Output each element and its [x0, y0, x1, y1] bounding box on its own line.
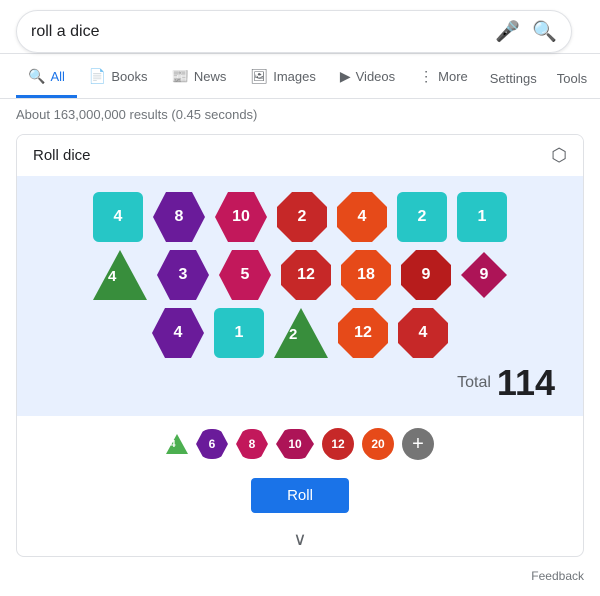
tab-books[interactable]: 📄 Books — [77, 58, 160, 98]
nav-tabs: 🔍 All 📄 Books 📰 News 🖼 Images ▶ Videos ⋮… — [0, 58, 600, 99]
die-d20-orange-12[interactable]: 12 — [338, 308, 388, 358]
die-d12-red-2[interactable]: 2 — [277, 192, 327, 242]
die-d12-darkred-9[interactable]: 9 — [401, 250, 451, 300]
total-row: Total 114 — [37, 362, 563, 404]
chip-d4[interactable]: 4 — [166, 434, 188, 454]
dice-selector: 4 6 8 10 12 20 + — [17, 416, 583, 472]
chip-d6[interactable]: 6 — [196, 429, 228, 459]
dice-board: 4 8 10 2 4 2 1 4 3 5 12 18 9 9 — [17, 176, 583, 416]
news-icon: 📰 — [171, 68, 188, 85]
more-icon: ⋮ — [419, 68, 433, 85]
die-d4-green-2[interactable]: 2 — [274, 308, 328, 358]
results-info: About 163,000,000 results (0.45 seconds) — [0, 99, 600, 130]
total-value: 114 — [497, 362, 555, 404]
tab-images-label: Images — [273, 69, 316, 84]
die-d6-teal-2[interactable]: 2 — [397, 192, 447, 242]
search-bar: 🎤 🔍 — [16, 10, 572, 53]
die-d20-orange-4[interactable]: 4 — [337, 192, 387, 242]
tab-videos[interactable]: ▶ Videos — [328, 58, 407, 98]
chip-d12[interactable]: 12 — [322, 428, 354, 460]
dice-row-2: 4 3 5 12 18 9 9 — [37, 250, 563, 300]
share-icon[interactable]: ⬡ — [551, 145, 567, 166]
tab-news[interactable]: 📰 News — [159, 58, 238, 98]
tab-all-label: All — [50, 69, 64, 84]
search-icon[interactable]: 🔍 — [532, 19, 557, 44]
die-d8-purple-4[interactable]: 4 — [152, 308, 204, 358]
die-d12-red-12[interactable]: 12 — [281, 250, 331, 300]
tab-more-label: More — [438, 69, 468, 84]
roll-button[interactable]: Roll — [251, 478, 349, 513]
die-d10-pink-10[interactable]: 10 — [215, 192, 267, 242]
chip-d4-shape: 4 — [166, 434, 188, 454]
die-d6-teal-4[interactable]: 4 — [93, 192, 143, 242]
chip-d8[interactable]: 8 — [236, 429, 268, 459]
die-d8-purple-8[interactable]: 8 — [153, 192, 205, 242]
feedback-link[interactable]: Feedback — [531, 569, 584, 583]
dice-title: Roll dice — [33, 147, 91, 164]
die-d10-pink-5[interactable]: 5 — [219, 250, 271, 300]
dice-widget: Roll dice ⬡ 4 8 10 2 4 2 1 4 3 5 12 — [16, 134, 584, 557]
search-input[interactable] — [31, 23, 495, 41]
tab-news-label: News — [194, 69, 227, 84]
tab-images[interactable]: 🖼 Images — [238, 58, 327, 98]
nav-right: Settings Tools — [480, 61, 597, 96]
settings-link[interactable]: Settings — [480, 61, 547, 96]
mic-icon[interactable]: 🎤 — [495, 19, 520, 44]
chip-d10[interactable]: 10 — [276, 429, 314, 459]
die-d20-orange-18[interactable]: 18 — [341, 250, 391, 300]
tools-link[interactable]: Tools — [547, 61, 597, 96]
expand-row: ∨ — [17, 525, 583, 556]
die-d6-teal-1[interactable]: 1 — [457, 192, 507, 242]
chip-d20[interactable]: 20 — [362, 428, 394, 460]
dice-row-1: 4 8 10 2 4 2 1 — [37, 192, 563, 242]
videos-icon: ▶ — [340, 68, 351, 85]
all-icon: 🔍 — [28, 68, 45, 85]
add-die-button[interactable]: + — [402, 428, 434, 460]
tab-more[interactable]: ⋮ More — [407, 58, 480, 98]
books-icon: 📄 — [89, 68, 106, 85]
tab-videos-label: Videos — [356, 69, 396, 84]
die-d8-purple-3[interactable]: 3 — [157, 250, 209, 300]
total-label: Total — [457, 374, 491, 392]
tab-all[interactable]: 🔍 All — [16, 58, 77, 98]
feedback-row: Feedback — [0, 565, 600, 587]
die-diamond-pink-9[interactable]: 9 — [461, 252, 507, 298]
dice-rows: 4 8 10 2 4 2 1 4 3 5 12 18 9 9 — [37, 192, 563, 358]
search-icons: 🎤 🔍 — [495, 19, 557, 44]
dice-header: Roll dice ⬡ — [17, 135, 583, 176]
search-bar-container: 🎤 🔍 — [0, 0, 600, 54]
die-d4-green-4[interactable]: 4 — [93, 250, 147, 300]
dice-row-3: 4 1 2 12 4 — [37, 308, 563, 358]
tab-books-label: Books — [111, 69, 147, 84]
roll-btn-row: Roll — [17, 472, 583, 525]
images-icon: 🖼 — [250, 68, 268, 85]
die-d12-red-4[interactable]: 4 — [398, 308, 448, 358]
expand-arrow-icon[interactable]: ∨ — [293, 529, 306, 550]
die-d6-teal-1b[interactable]: 1 — [214, 308, 264, 358]
